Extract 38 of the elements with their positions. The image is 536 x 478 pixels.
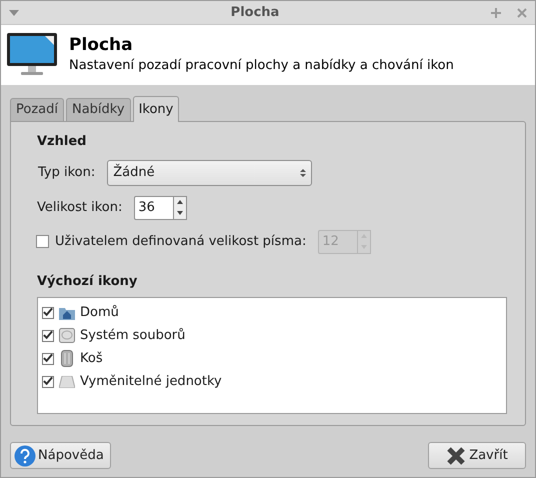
checkbox[interactable]	[42, 376, 54, 388]
monitor-icon	[7, 33, 57, 77]
drive-icon	[59, 376, 75, 388]
check-icon	[43, 376, 53, 387]
tab[interactable]: Pozadí	[10, 98, 64, 121]
checkbox[interactable]	[42, 330, 54, 342]
list-item-label[interactable]: Koš	[80, 348, 103, 368]
icon-type-dropdown[interactable]: Žádné	[107, 160, 312, 186]
checkbox[interactable]	[42, 306, 54, 318]
tab[interactable]: Nabídky	[66, 98, 131, 121]
check-icon	[43, 353, 53, 364]
window-title: Plocha	[230, 4, 280, 20]
section-heading: Výchozí ikony	[36, 272, 138, 290]
up-arrow-icon	[177, 200, 184, 204]
menu-icon[interactable]	[9, 10, 19, 16]
section-heading: Vzhled	[37, 133, 88, 151]
checkbox[interactable]	[42, 352, 54, 364]
tab[interactable]: Ikony	[132, 96, 180, 122]
header-subtitle: Nastavení pozadí pracovní plochy a nabídky a chování ikon	[69, 57, 454, 76]
trash-icon	[61, 350, 73, 367]
help-icon	[14, 444, 36, 466]
home-folder-icon	[59, 306, 75, 320]
field-label: Typ ikon:	[38, 164, 96, 182]
spin-buttons[interactable]	[174, 196, 188, 220]
list-item-label[interactable]: Vyměnitelné jednotky	[80, 372, 222, 392]
header-title: Plocha	[69, 34, 134, 56]
list-item-label[interactable]: Systém souborů	[80, 326, 186, 346]
help-button[interactable]: Nápověda	[10, 442, 111, 469]
updown-icon	[300, 168, 306, 178]
close-icon	[446, 446, 466, 466]
close-button[interactable]: Zavřít	[428, 442, 526, 469]
drive-icon	[59, 328, 75, 343]
check-icon	[43, 330, 53, 341]
check-icon	[43, 307, 53, 318]
field-label: Velikost ikon:	[37, 198, 122, 217]
icon-size-field[interactable]: 36	[134, 196, 174, 220]
list-item-label[interactable]: Domů	[80, 302, 119, 322]
down-arrow-icon	[177, 211, 184, 215]
